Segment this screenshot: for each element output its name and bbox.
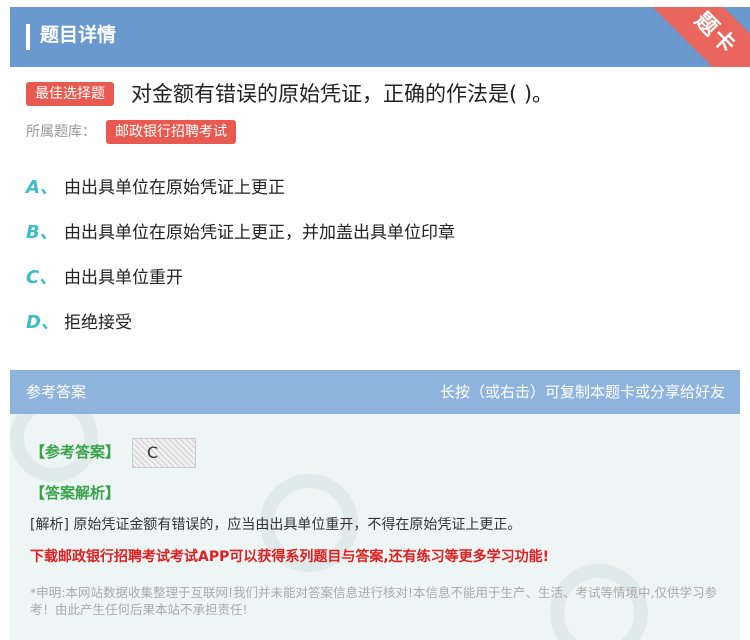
card-header: 题目详情 题卡 — [10, 7, 750, 67]
option-d[interactable]: D、 拒绝接受 — [26, 310, 132, 336]
reference-answer-label: 【参考答案】 — [30, 443, 121, 461]
analysis-text: [解析] 原始凭证金额有错误的，应当由出具单位重开，不得在原始凭证上更正。 — [30, 517, 522, 533]
corner-ribbon: 题卡 — [644, 7, 750, 67]
analysis-label: 【答案解析】 — [30, 484, 121, 502]
answer-section-header: 参考答案 长按（或右击）可复制本题卡或分享给好友 — [10, 370, 740, 414]
option-a[interactable]: A、 由出具单位在原始凭证上更正 — [26, 175, 285, 201]
reference-answer-value: C — [147, 443, 159, 462]
disclaimer-text: *申明:本网站数据收集整理于互联网!我们并未能对答案信息进行核对!本信息不能用于… — [30, 585, 717, 617]
answer-section-body: 【参考答案】 C 【答案解析】 [解析] 原始凭证金额有错误的，应当由出具单位重… — [10, 414, 740, 640]
question-bank-link[interactable]: 邮政银行招聘考试 — [106, 120, 236, 144]
option-letter: B、 — [26, 222, 58, 243]
question-bank-label: 所属题库： — [26, 124, 96, 140]
header-accent-bar — [26, 24, 30, 50]
option-letter: D、 — [26, 312, 59, 333]
question-card-page: 题目详情 题卡 最佳选择题 对金额有错误的原始凭证，正确的作法是( )。 所属题… — [0, 0, 750, 640]
question-text: 对金额有错误的原始凭证，正确的作法是( )。 — [131, 82, 554, 106]
question-type-badge: 最佳选择题 — [26, 82, 114, 106]
app-download-promo[interactable]: 下载邮政银行招聘考试考试APP可以获得系列题目与答案,还有练习等更多学习功能! — [30, 546, 549, 568]
answer-section-title: 参考答案 — [26, 383, 87, 401]
option-text: 拒绝接受 — [64, 313, 132, 333]
option-text: 由出具单位在原始凭证上更正 — [64, 178, 285, 198]
page-title: 题目详情 — [40, 24, 117, 46]
corner-ribbon-label: 题卡 — [689, 7, 742, 60]
option-text: 由出具单位在原始凭证上更正，并加盖出具单位印章 — [64, 223, 455, 243]
option-text: 由出具单位重开 — [64, 268, 183, 288]
option-letter: C、 — [26, 267, 58, 288]
option-c[interactable]: C、 由出具单位重开 — [26, 265, 183, 291]
option-letter: A、 — [26, 177, 58, 198]
share-hint: 长按（或右击）可复制本题卡或分享给好友 — [439, 383, 725, 401]
reference-answer-box: C — [132, 438, 196, 468]
option-b[interactable]: B、 由出具单位在原始凭证上更正，并加盖出具单位印章 — [26, 220, 455, 246]
